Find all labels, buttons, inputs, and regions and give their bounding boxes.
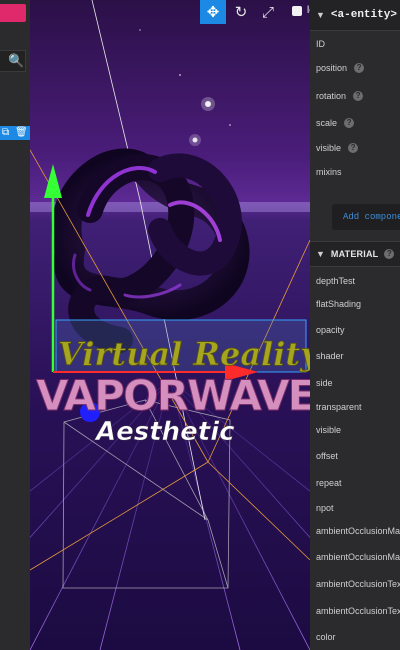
prop-depthtest: depthTest xyxy=(316,276,356,286)
prop-flatshading: flatShading xyxy=(316,299,362,309)
scene-panel: 🔍 ⧉ 🗑 xyxy=(0,0,30,650)
rotate-icon[interactable]: ↻ xyxy=(228,0,254,24)
material-title: MATERIAL xyxy=(330,249,379,259)
prop-ao-map: ambientOcclusionMap xyxy=(316,526,400,536)
translate-icon[interactable]: ✥ xyxy=(200,0,226,24)
prop-transparent: transparent xyxy=(316,402,362,412)
prop-id: ID xyxy=(316,39,325,49)
prop-position: position? xyxy=(316,63,365,73)
prop-rotation: rotation? xyxy=(316,91,364,101)
prop-ao-repeat: ambientOcclusionTextureRepeat xyxy=(316,606,400,616)
help-icon[interactable]: ? xyxy=(384,249,395,259)
help-icon[interactable]: ? xyxy=(348,143,359,153)
prop-side: side xyxy=(316,378,333,388)
scale-icon[interactable]: ⤢ xyxy=(255,0,281,24)
scene-panel-tab[interactable] xyxy=(0,4,26,22)
help-icon[interactable]: ? xyxy=(344,118,355,128)
stars xyxy=(139,29,231,146)
prop-color: color xyxy=(316,632,336,642)
material-section-header[interactable]: ▼ MATERIAL ? xyxy=(310,241,400,267)
prop-material-visible: visible xyxy=(316,425,342,435)
help-icon[interactable]: ? xyxy=(354,63,365,73)
entity-header[interactable]: ▼ <a-entity> xyxy=(310,0,400,31)
search-icon[interactable]: 🔍 xyxy=(8,53,24,69)
prop-shader: shader xyxy=(316,351,344,361)
prop-ao-intensity: ambientOcclusionMapIntensity xyxy=(316,552,400,562)
scene-render: Virtual Reality VAPORWAVE Aesthetic xyxy=(30,0,310,650)
text-aesthetic: Aesthetic xyxy=(94,417,235,447)
delete-icon[interactable]: 🗑 xyxy=(15,126,28,140)
prop-mixins: mixins xyxy=(316,167,342,177)
selected-entity-row[interactable]: ⧉ 🗑 xyxy=(0,126,30,140)
prop-npot: npot xyxy=(316,503,334,513)
prop-scale: scale? xyxy=(316,118,355,128)
local-checkbox[interactable] xyxy=(292,5,302,16)
text-virtual-reality: Virtual Reality xyxy=(58,335,310,373)
inspector-panel: ▼ <a-entity> ID position? rotation? scal… xyxy=(310,0,400,650)
prop-offset: offset xyxy=(316,451,338,461)
add-component-button[interactable]: Add component xyxy=(332,204,400,230)
search-input[interactable]: 🔍 xyxy=(0,50,26,72)
scene-viewport[interactable]: Virtual Reality VAPORWAVE Aesthetic ✥ ↻ … xyxy=(30,0,310,650)
clone-icon[interactable]: ⧉ xyxy=(2,126,9,140)
prop-visible: visible? xyxy=(316,143,359,153)
text-vaporwave: VAPORWAVE xyxy=(36,371,310,420)
prop-ao-offset: ambientOcclusionTextureOffset xyxy=(316,579,400,589)
prop-opacity: opacity xyxy=(316,325,345,335)
local-toggle[interactable]: local xyxy=(292,5,310,16)
entity-tag: <a-entity> xyxy=(330,9,397,21)
collapse-caret-icon[interactable]: ▼ xyxy=(316,10,325,20)
collapse-caret-icon[interactable]: ▼ xyxy=(316,249,325,259)
prop-repeat: repeat xyxy=(316,478,342,488)
help-icon[interactable]: ? xyxy=(353,91,364,101)
